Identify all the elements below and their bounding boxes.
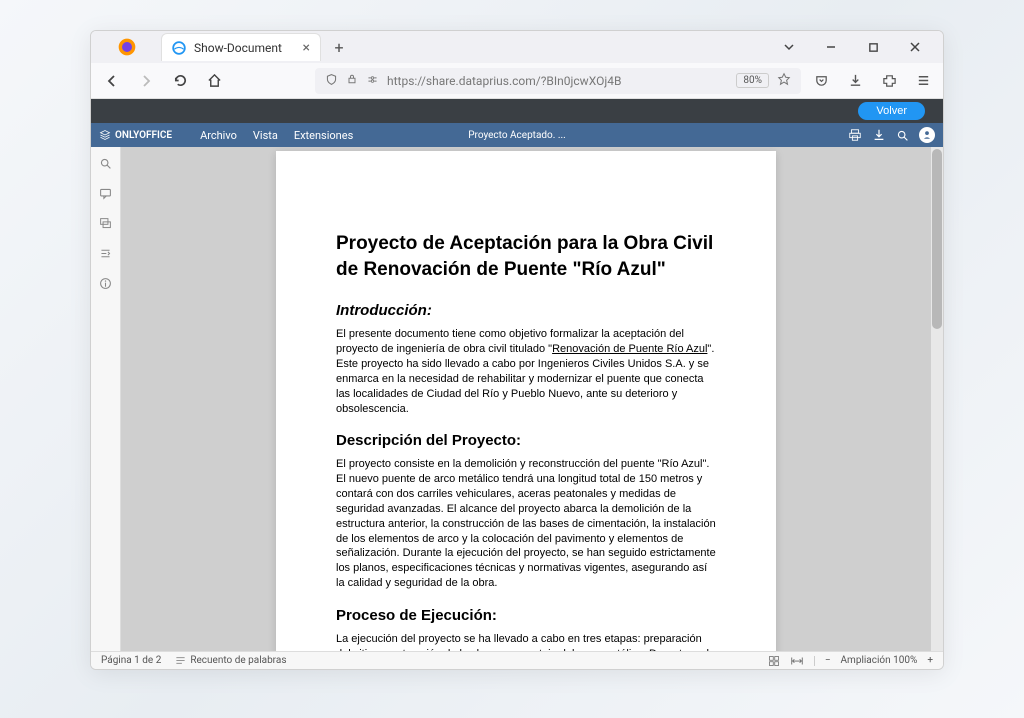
navigation-icon[interactable] bbox=[99, 247, 112, 263]
close-window-button[interactable] bbox=[901, 33, 929, 61]
forward-button[interactable] bbox=[133, 68, 159, 94]
print-icon[interactable] bbox=[848, 128, 862, 142]
permissions-icon[interactable] bbox=[366, 73, 379, 89]
zoom-in-button[interactable]: + bbox=[927, 655, 933, 666]
left-rail bbox=[91, 147, 121, 651]
back-button[interactable] bbox=[99, 68, 125, 94]
find-icon[interactable] bbox=[99, 157, 112, 173]
shield-icon[interactable] bbox=[325, 73, 338, 89]
intro-paragraph: El presente documento tiene como objetiv… bbox=[336, 327, 716, 416]
menu-file[interactable]: Archivo bbox=[200, 129, 237, 142]
document-page: Proyecto de Aceptación para la Obra Civi… bbox=[276, 151, 776, 651]
editor-right-tools bbox=[848, 127, 935, 143]
user-avatar[interactable] bbox=[919, 127, 935, 143]
url-text: https://share.dataprius.com/?BIn0jcwXOj4… bbox=[387, 74, 728, 88]
app-header-bar: Volver bbox=[91, 99, 943, 123]
editor-menu-bar: ONLYOFFICE Archivo Vista Extensiones Pro… bbox=[91, 123, 943, 147]
home-button[interactable] bbox=[201, 68, 227, 94]
zoom-value[interactable]: Ampliación 100% bbox=[841, 655, 918, 666]
volver-button[interactable]: Volver bbox=[858, 102, 925, 120]
content-area: Proyecto de Aceptación para la Obra Civi… bbox=[91, 147, 943, 651]
fit-width-icon[interactable] bbox=[790, 655, 804, 667]
toolbar-icons bbox=[809, 69, 935, 93]
scrollbar-thumb[interactable] bbox=[932, 149, 942, 329]
menu-extensions[interactable]: Extensiones bbox=[294, 129, 353, 142]
new-tab-button[interactable]: + bbox=[327, 35, 351, 59]
reload-button[interactable] bbox=[167, 68, 193, 94]
bookmark-icon[interactable] bbox=[777, 72, 791, 89]
doc-title: Proyecto Aceptado. ... bbox=[468, 130, 566, 141]
scrollbar[interactable] bbox=[931, 147, 943, 651]
pocket-icon[interactable] bbox=[809, 69, 833, 93]
wordcount-button[interactable]: Recuento de palabras bbox=[175, 655, 286, 666]
menu-view[interactable]: Vista bbox=[253, 129, 278, 142]
section-proc-heading: Proceso de Ejecución: bbox=[336, 607, 716, 624]
menu-items: Archivo Vista Extensiones bbox=[200, 129, 353, 142]
tab-favicon-icon bbox=[172, 41, 186, 55]
tab-title: Show-Document bbox=[194, 41, 282, 55]
brand-label: ONLYOFFICE bbox=[99, 129, 172, 141]
proc-paragraph: La ejecución del proyecto se ha llevado … bbox=[336, 632, 716, 651]
tab-bar: Show-Document × + bbox=[91, 31, 943, 63]
info-icon[interactable] bbox=[99, 277, 112, 293]
download-doc-icon[interactable] bbox=[872, 128, 886, 142]
url-bar: https://share.dataprius.com/?BIn0jcwXOj4… bbox=[91, 63, 943, 99]
extensions-icon[interactable] bbox=[877, 69, 901, 93]
section-desc-heading: Descripción del Proyecto: bbox=[336, 432, 716, 449]
section-intro-heading: Introducción: bbox=[336, 302, 716, 319]
zoom-out-button[interactable]: − bbox=[825, 655, 831, 666]
address-box[interactable]: https://share.dataprius.com/?BIn0jcwXOj4… bbox=[315, 68, 801, 94]
doc-viewport[interactable]: Proyecto de Aceptación para la Obra Civi… bbox=[121, 147, 943, 651]
minimize-button[interactable] bbox=[817, 33, 845, 61]
divider bbox=[814, 656, 815, 666]
window-controls bbox=[775, 33, 935, 61]
brand-icon bbox=[99, 129, 111, 141]
chevron-down-icon[interactable] bbox=[775, 33, 803, 61]
browser-tab[interactable]: Show-Document × bbox=[161, 33, 321, 61]
tab-close-button[interactable]: × bbox=[303, 40, 310, 56]
search-icon[interactable] bbox=[896, 129, 909, 142]
doc-heading: Proyecto de Aceptación para la Obra Civi… bbox=[336, 231, 716, 282]
fit-page-icon[interactable] bbox=[768, 655, 780, 667]
zoom-badge[interactable]: 80% bbox=[736, 73, 769, 88]
menu-icon[interactable] bbox=[911, 69, 935, 93]
firefox-icon bbox=[117, 37, 137, 57]
chat-icon[interactable] bbox=[99, 217, 112, 233]
comments-icon[interactable] bbox=[99, 187, 112, 203]
list-icon bbox=[175, 655, 186, 666]
browser-window: Show-Document × + https://share.datapriu… bbox=[90, 30, 944, 670]
lock-icon[interactable] bbox=[346, 73, 358, 88]
page-status[interactable]: Página 1 de 2 bbox=[101, 655, 161, 666]
maximize-button[interactable] bbox=[859, 33, 887, 61]
download-icon[interactable] bbox=[843, 69, 867, 93]
desc-paragraph: El proyecto consiste en la demolición y … bbox=[336, 457, 716, 591]
status-bar: Página 1 de 2 Recuento de palabras − Amp… bbox=[91, 651, 943, 669]
